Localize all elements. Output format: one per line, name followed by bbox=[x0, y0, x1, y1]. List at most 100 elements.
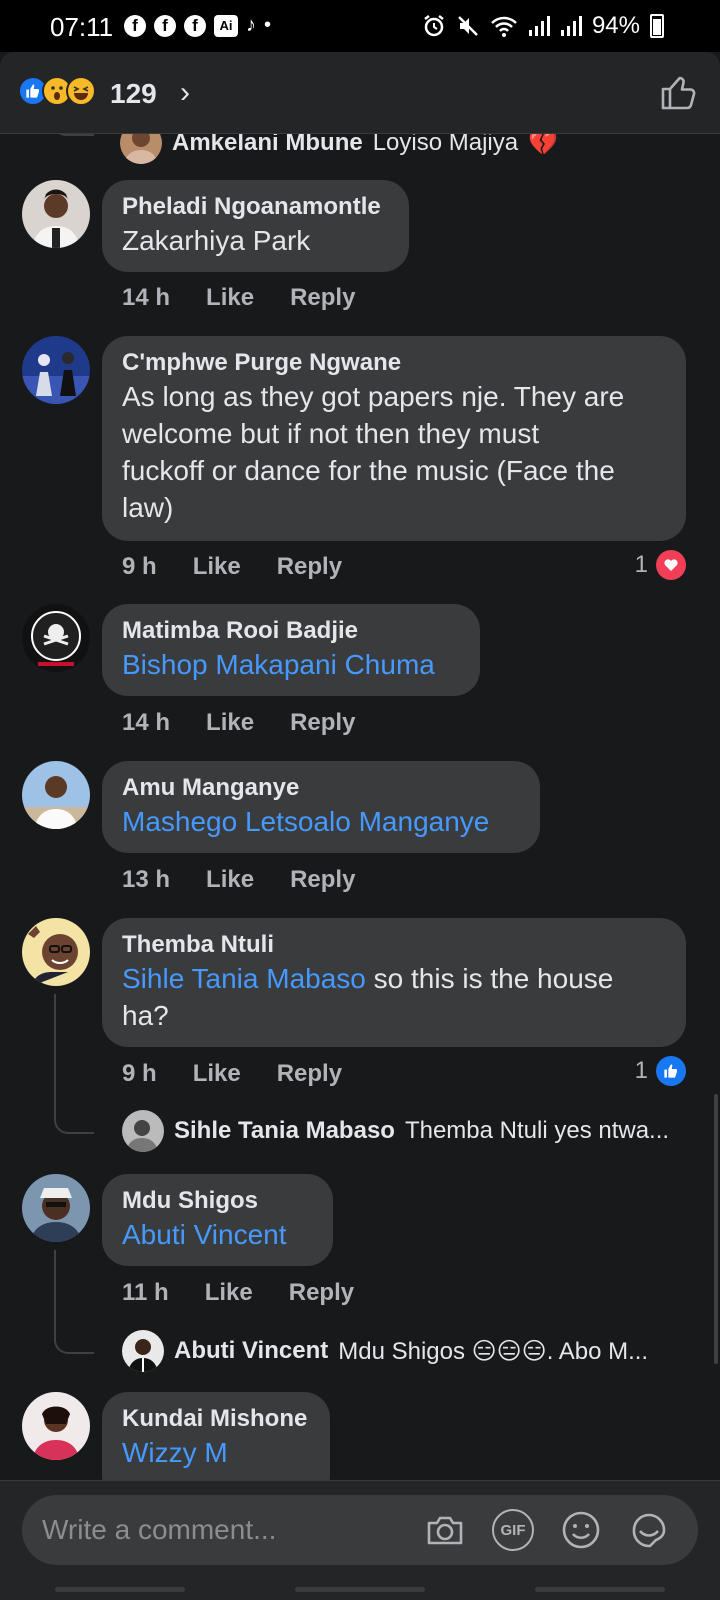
signal-icon bbox=[528, 16, 550, 36]
comment-reactions[interactable]: 1 bbox=[635, 550, 686, 580]
sticker-icon[interactable] bbox=[628, 1509, 670, 1551]
ai-app-icon: Ai bbox=[214, 14, 238, 37]
comment-text: Zakarhiya Park bbox=[122, 225, 311, 256]
comment-author[interactable]: Mdu Shigos bbox=[122, 1186, 313, 1216]
nav-bar[interactable] bbox=[535, 1587, 665, 1592]
avatar[interactable] bbox=[22, 1392, 90, 1460]
broken-heart-emoji: 💔 bbox=[528, 134, 558, 157]
comment-bubble[interactable]: Kundai Mishone Wizzy M bbox=[102, 1392, 330, 1480]
comment-actions: 14 h Like Reply bbox=[122, 709, 355, 737]
avatar[interactable] bbox=[22, 180, 90, 248]
scrollbar[interactable] bbox=[714, 1094, 718, 1364]
heart-icon bbox=[656, 550, 686, 580]
like-button[interactable]: Like bbox=[205, 1279, 253, 1307]
avatar[interactable] bbox=[120, 134, 162, 164]
camera-icon[interactable] bbox=[424, 1509, 466, 1551]
like-button[interactable]: Like bbox=[206, 866, 254, 894]
avatar[interactable] bbox=[22, 1174, 90, 1242]
like-outline-icon[interactable] bbox=[658, 72, 698, 112]
wifi-icon bbox=[491, 16, 517, 37]
mention-link[interactable]: Abuti Vincent bbox=[122, 1216, 313, 1253]
battery-percent: 94% bbox=[591, 12, 640, 39]
comment-bubble[interactable]: Matimba Rooi Badjie Bishop Makapani Chum… bbox=[102, 604, 480, 696]
battery-icon bbox=[650, 14, 664, 38]
comment-time: 9 h bbox=[122, 1060, 157, 1087]
comment-bubble[interactable]: Mdu Shigos Abuti Vincent bbox=[102, 1174, 333, 1266]
reactions-header[interactable]: 129 › bbox=[0, 52, 720, 134]
comment-time: 9 h bbox=[122, 553, 157, 580]
comment-actions: 9 h Like Reply bbox=[122, 553, 342, 581]
reply-text: Loyiso Majiya bbox=[372, 134, 519, 156]
nav-bar[interactable] bbox=[55, 1587, 185, 1592]
avatar[interactable] bbox=[122, 1110, 164, 1152]
comment-author[interactable]: Amu Manganye bbox=[122, 773, 520, 803]
reply-button[interactable]: Reply bbox=[290, 284, 355, 312]
avatar[interactable] bbox=[22, 604, 90, 672]
reply-button[interactable]: Reply bbox=[289, 1279, 354, 1307]
comment-time: 14 h bbox=[122, 709, 171, 736]
thread-line bbox=[54, 134, 94, 136]
comment-author[interactable]: Matimba Rooi Badjie bbox=[122, 616, 460, 646]
mention-link[interactable]: Bishop Makapani Chuma bbox=[122, 646, 460, 683]
thread-line bbox=[54, 994, 94, 1134]
reply-button[interactable]: Reply bbox=[277, 553, 342, 581]
comment-time: 13 h bbox=[122, 866, 171, 893]
comment-time: 14 h bbox=[122, 284, 171, 311]
like-button[interactable]: Like bbox=[206, 709, 254, 737]
mention-link[interactable]: Sihle Tania Mabaso bbox=[122, 963, 366, 994]
haha-icon bbox=[66, 76, 96, 106]
reaction-count[interactable]: 129 bbox=[110, 78, 157, 110]
signal-icon bbox=[560, 16, 582, 36]
facebook-icon: f bbox=[184, 14, 206, 37]
comment-actions: 14 h Like Reply bbox=[122, 284, 355, 312]
avatar[interactable] bbox=[22, 918, 90, 986]
reaction-icons[interactable] bbox=[18, 76, 96, 106]
comment-bubble[interactable]: Pheladi Ngoanamontle Zakarhiya Park bbox=[102, 180, 409, 272]
like-button[interactable]: Like bbox=[193, 1060, 241, 1088]
chevron-right-icon[interactable]: › bbox=[180, 76, 190, 110]
reply-text: Themba Ntuli yes ntwa... bbox=[404, 1117, 670, 1144]
comment-actions: 11 h Like Reply bbox=[122, 1279, 354, 1307]
mention-link[interactable]: Mashego Letsoalo Manganye bbox=[122, 803, 520, 840]
reply-preview[interactable]: Abuti Vincent Mdu Shigos 😑😑😑. Abo M... bbox=[122, 1330, 648, 1372]
comment-actions: 13 h Like Reply bbox=[122, 866, 355, 894]
mention-link[interactable]: Wizzy M bbox=[122, 1434, 310, 1471]
comment-bubble[interactable]: Amu Manganye Mashego Letsoalo Manganye bbox=[102, 761, 540, 853]
status-bar: 07:11 f f f Ai ♪ • 94% bbox=[0, 0, 720, 52]
reply-button[interactable]: Reply bbox=[290, 709, 355, 737]
reply-preview[interactable]: Sihle Tania Mabaso Themba Ntuli yes ntwa… bbox=[122, 1110, 669, 1152]
gif-button[interactable]: GIF bbox=[492, 1509, 534, 1551]
reply-author[interactable]: Amkelani Mbune bbox=[172, 134, 363, 157]
comment-text: so this is the house bbox=[365, 963, 614, 994]
comment-author[interactable]: C'mphwe Purge Ngwane bbox=[122, 348, 666, 378]
more-notifications-dot: • bbox=[264, 14, 272, 36]
avatar[interactable] bbox=[22, 336, 90, 404]
comment-bubble[interactable]: Themba Ntuli Sihle Tania Mabaso so this … bbox=[102, 918, 686, 1047]
reply-author[interactable]: Abuti Vincent bbox=[174, 1337, 328, 1365]
reply-button[interactable]: Reply bbox=[290, 866, 355, 894]
comment-reactions[interactable]: 1 bbox=[635, 1056, 686, 1086]
comment-bubble[interactable]: C'mphwe Purge Ngwane As long as they got… bbox=[102, 336, 686, 541]
comment-text-line: welcome but if not then they must bbox=[122, 418, 540, 449]
comments-list[interactable]: Amkelani Mbune Loyiso Majiya 💔 Pheladi N… bbox=[0, 134, 720, 1480]
nav-bar[interactable] bbox=[295, 1587, 425, 1592]
composer-box[interactable]: GIF bbox=[22, 1495, 698, 1565]
like-button[interactable]: Like bbox=[206, 284, 254, 312]
avatar[interactable] bbox=[122, 1330, 164, 1372]
avatar[interactable] bbox=[22, 761, 90, 829]
comment-text-line: law) bbox=[122, 492, 174, 523]
comment-author[interactable]: Themba Ntuli bbox=[122, 930, 666, 960]
facebook-icon: f bbox=[124, 14, 146, 37]
thread-line bbox=[54, 1250, 94, 1354]
comment-author[interactable]: Pheladi Ngoanamontle bbox=[122, 192, 389, 222]
reply-author[interactable]: Sihle Tania Mabaso bbox=[174, 1117, 395, 1145]
comment-input[interactable] bbox=[42, 1507, 422, 1553]
reply-button[interactable]: Reply bbox=[277, 1060, 342, 1088]
reply-text: Mdu Shigos 😑😑😑. Abo M... bbox=[338, 1337, 649, 1365]
comment-actions: 9 h Like Reply bbox=[122, 1060, 342, 1088]
comment-author[interactable]: Kundai Mishone bbox=[122, 1404, 310, 1434]
system-icons: 94% bbox=[422, 12, 664, 40]
emoji-icon[interactable] bbox=[560, 1509, 602, 1551]
like-button[interactable]: Like bbox=[193, 553, 241, 581]
reply-preview[interactable]: Amkelani Mbune Loyiso Majiya 💔 bbox=[120, 134, 558, 164]
